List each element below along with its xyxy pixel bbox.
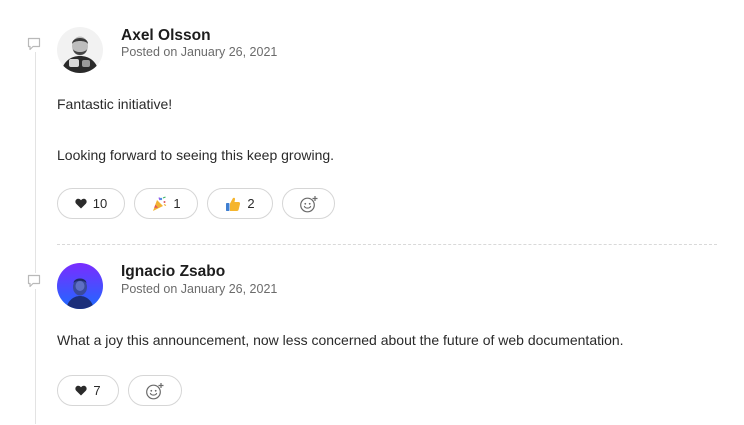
thumbs-up-icon [225,196,241,212]
reactions-bar: 7 [57,375,182,406]
party-popper-icon [151,195,167,212]
reaction-count: 7 [93,383,101,398]
add-reaction-button[interactable] [282,188,335,219]
add-emoji-icon [299,195,319,213]
reaction-thumbs-up-button[interactable]: 2 [207,188,273,219]
comment-paragraph: What a joy this announcement, now less c… [57,332,624,348]
post-date: Posted on January 26, 2021 [121,282,278,296]
reaction-count: 2 [247,196,255,211]
post-date: Posted on January 26, 2021 [121,45,278,59]
comment-bubble-icon [26,273,42,289]
add-emoji-icon [145,382,165,400]
thread-line [35,52,36,424]
heart-icon [75,198,87,209]
comment-bubble-icon [26,36,42,52]
avatar[interactable] [57,263,103,309]
heart-icon [75,385,87,396]
reaction-heart-button[interactable]: 10 [57,188,125,219]
add-reaction-button[interactable] [128,375,182,406]
comment-paragraph: Looking forward to seeing this keep grow… [57,147,335,163]
comment-thread: Axel Olsson Posted on January 26, 2021 F… [0,0,744,425]
reaction-heart-button[interactable]: 7 [57,375,119,406]
comment-paragraph: Fantastic initiative! [57,96,173,112]
author-name[interactable]: Ignacio Zsabo [121,263,225,281]
author-name[interactable]: Axel Olsson [121,27,211,45]
reactions-bar: 10 1 2 [57,188,335,219]
reaction-count: 10 [92,196,108,211]
reaction-party-button[interactable]: 1 [134,188,198,219]
avatar[interactable] [57,27,103,73]
reaction-count: 1 [173,196,181,211]
comment-divider [57,244,717,245]
